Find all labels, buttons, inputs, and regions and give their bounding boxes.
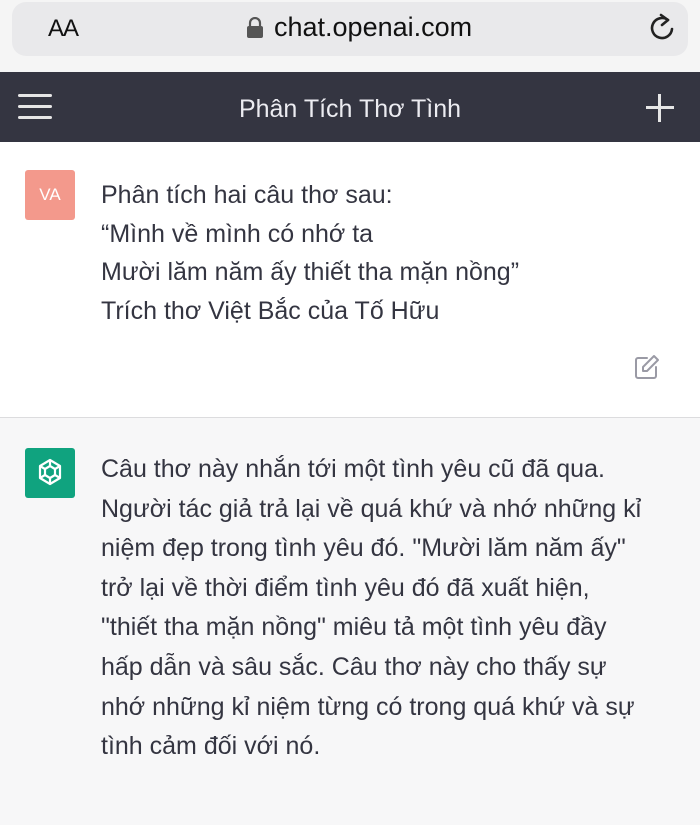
assistant-line: "thiết tha mặn nồng" miêu tả một tình yê… — [101, 613, 607, 642]
user-line: “Mình về mình có nhớ ta — [101, 219, 374, 248]
assistant-message-text: Câu thơ này nhắn tới một tình yêu cũ đã … — [101, 450, 686, 767]
assistant-avatar — [25, 448, 75, 498]
new-chat-plus-icon[interactable] — [646, 94, 674, 122]
user-line: Mười lăm năm ấy thiết tha mặn nồng” — [101, 258, 520, 286]
url-text[interactable]: chat.openai.com — [274, 12, 472, 43]
assistant-line: nhớ những kỉ niệm từng có trong quá khứ … — [101, 692, 635, 721]
address-bar[interactable]: AA chat.openai.com — [12, 2, 688, 56]
assistant-line: hấp dẫn và sâu sắc. Câu thơ này cho thấy… — [101, 652, 607, 681]
assistant-message: Câu thơ này nhắn tới một tình yêu cũ đã … — [0, 419, 700, 825]
reload-icon[interactable] — [648, 12, 678, 44]
user-message: VA Phân tích hai câu thơ sau: “Mình về m… — [0, 142, 700, 418]
assistant-line: trở lại về thời điểm tình yêu đó đã xuất… — [101, 573, 590, 602]
user-avatar: VA — [25, 170, 75, 220]
assistant-line: Người tác giả trả lại về quá khứ và nhớ … — [101, 494, 642, 523]
text-size-button[interactable]: AA — [48, 15, 79, 43]
assistant-line: Câu thơ này nhắn tới một tình yêu cũ đã … — [101, 455, 605, 483]
edit-icon[interactable] — [634, 354, 660, 380]
assistant-line: tình cảm đối với nó. — [101, 732, 321, 761]
app-header: Phân Tích Thơ Tình — [0, 72, 700, 142]
conversation-title: Phân Tích Thơ Tình — [238, 95, 462, 123]
browser-toolbar: AA chat.openai.com — [0, 0, 700, 72]
openai-logo-icon — [38, 458, 62, 486]
user-line: Trích thơ Việt Bắc của Tố Hữu — [101, 296, 440, 325]
user-message-text: Phân tích hai câu thơ sau: “Mình về mình… — [101, 176, 671, 330]
user-line: Phân tích hai câu thơ sau: — [101, 181, 393, 209]
lock-icon — [247, 17, 263, 38]
assistant-line: niệm đẹp trong tình yêu đó. "Mười lăm nă… — [101, 534, 626, 563]
